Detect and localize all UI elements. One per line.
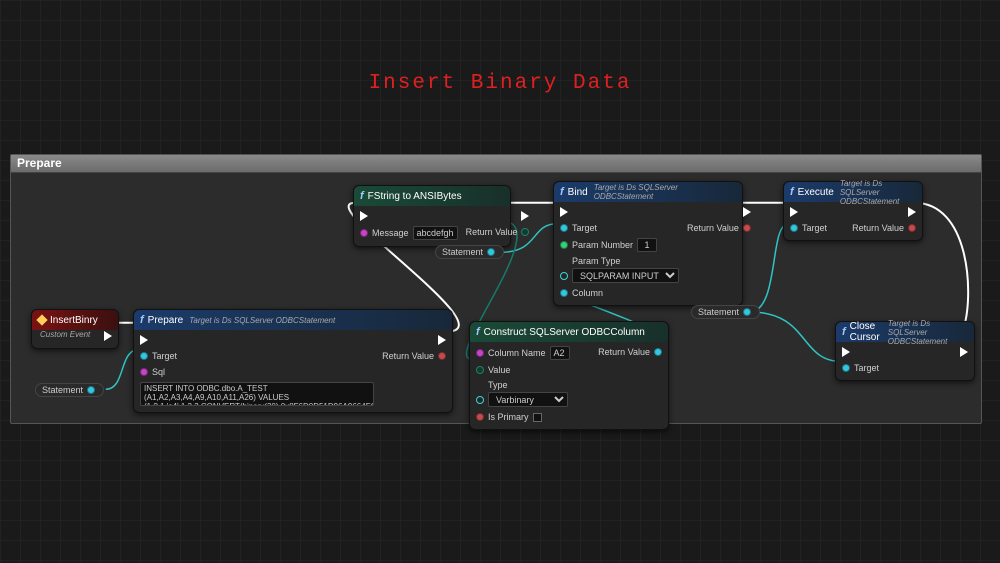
node-title: InsertBinry [50,315,98,326]
target-pin[interactable] [140,352,148,360]
exec-out-pin[interactable] [743,207,751,217]
colname-input[interactable]: A2 [550,346,570,360]
node-insert-binry[interactable]: InsertBinry Custom Event [31,309,119,349]
target-pin[interactable] [790,224,798,232]
return-pin[interactable] [743,224,751,232]
function-icon: f [476,326,480,338]
node-subtitle: Target is Ds SQLServer ODBCStatement [888,319,968,346]
node-prepare[interactable]: f Prepare Target is Ds SQLServer ODBCSta… [133,309,453,413]
node-fstring[interactable]: f FString to ANSIBytes Message abcdefgh … [353,185,511,247]
node-title: FString to ANSIBytes [368,191,462,202]
paramnum-pin[interactable] [560,241,568,249]
panel-title: Prepare [11,155,981,173]
exec-in-pin[interactable] [140,335,148,345]
exec-out-pin[interactable] [104,331,112,341]
exec-out-pin[interactable] [521,211,529,221]
function-icon: f [140,314,144,326]
chip-statement-mid[interactable]: Statement [435,245,504,259]
type-select[interactable]: Varbinary [488,392,568,407]
node-execute[interactable]: f Execute Target is Ds SQLServer ODBCSta… [783,181,923,241]
target-pin[interactable] [842,364,850,372]
node-title: Prepare [148,315,184,326]
node-subtitle: Target is Ds SQLServer ODBCStatement [594,183,736,201]
function-icon: f [790,186,794,198]
exec-in-pin[interactable] [560,207,568,217]
value-pin[interactable] [476,366,484,374]
node-close-cursor[interactable]: f Close Cursor Target is Ds SQLServer OD… [835,321,975,381]
column-pin[interactable] [560,289,568,297]
return-pin[interactable] [654,348,662,356]
node-construct[interactable]: f Construct SQLServer ODBCColumn Column … [469,321,669,430]
primary-pin[interactable] [476,413,484,421]
node-bind[interactable]: f Bind Target is Ds SQLServer ODBCStatem… [553,181,743,306]
message-input[interactable]: abcdefgh [413,226,458,240]
function-icon: f [560,186,564,198]
data-out-pin[interactable] [487,248,495,256]
paramtype-pin[interactable] [560,272,568,280]
prepare-panel: Prepare [10,154,982,424]
exec-in-pin[interactable] [360,211,368,221]
chip-statement-right[interactable]: Statement [691,305,760,319]
node-title: Bind [568,187,588,198]
function-icon: f [360,190,364,202]
primary-checkbox[interactable] [533,413,542,422]
node-subtitle: Target is Ds SQLServer ODBCStatement [189,316,335,325]
page-title: Insert Binary Data [0,72,1000,95]
paramnum-input[interactable]: 1 [637,238,657,252]
function-icon: f [842,326,846,338]
node-subtitle: Custom Event [40,330,90,339]
event-icon [36,314,47,325]
exec-out-pin[interactable] [438,335,446,345]
data-out-pin[interactable] [87,386,95,394]
exec-in-pin[interactable] [842,347,850,357]
exec-out-pin[interactable] [960,347,968,357]
sql-input[interactable]: INSERT INTO ODBC.dbo.A_TEST (A1,A2,A3,A4… [140,382,374,406]
paramtype-select[interactable]: SQLPARAM INPUT [572,268,679,283]
return-pin[interactable] [521,228,529,236]
node-title: Execute [798,187,834,198]
return-pin[interactable] [438,352,446,360]
message-pin[interactable] [360,229,368,237]
sql-pin[interactable] [140,368,148,376]
exec-out-pin[interactable] [908,207,916,217]
blueprint-canvas[interactable]: InsertBinry Custom Event Statement f Pre… [11,173,981,423]
node-title: Construct SQLServer ODBCColumn [484,327,645,338]
target-pin[interactable] [560,224,568,232]
return-pin[interactable] [908,224,916,232]
colname-pin[interactable] [476,349,484,357]
exec-in-pin[interactable] [790,207,798,217]
chip-statement-left[interactable]: Statement [35,383,104,397]
type-pin[interactable] [476,396,484,404]
node-subtitle: Target is Ds SQLServer ODBCStatement [840,179,916,206]
node-title: Close Cursor [850,321,882,343]
data-out-pin[interactable] [743,308,751,316]
